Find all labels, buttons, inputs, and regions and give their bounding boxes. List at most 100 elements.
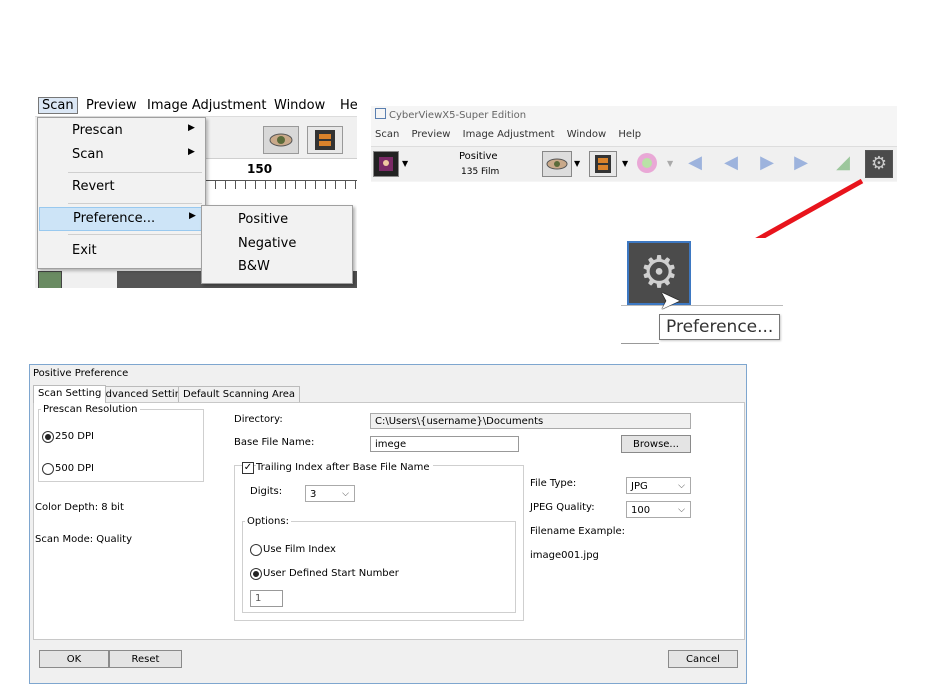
menu-item-revert[interactable]: Revert <box>38 176 205 198</box>
preference-zoom-callout: ⚙ ➤ Preference... <box>621 238 783 348</box>
radio-label: 500 DPI <box>55 463 94 474</box>
menu-window[interactable]: Window <box>274 98 325 113</box>
radio-use-film-index[interactable] <box>250 544 262 556</box>
film-strip-icon[interactable] <box>307 126 343 154</box>
radio-user-defined-start[interactable] <box>250 568 262 580</box>
film-label: 135 Film <box>461 167 500 177</box>
jpeg-quality-select[interactable]: 100 ⌵ <box>626 501 691 518</box>
select-value: 3 <box>310 489 317 500</box>
menu-image-adjustment[interactable]: Image Adjustment <box>147 98 266 113</box>
window-title-text: CyberViewX5-Super Edition <box>389 110 527 121</box>
eye-preview-icon[interactable] <box>263 126 299 154</box>
menu-item-prescan[interactable]: Prescan ▶ <box>38 120 205 142</box>
window-title: CyberViewX5-Super Edition <box>375 108 526 121</box>
film-strip-icon[interactable] <box>589 151 617 177</box>
menu-item-label: Prescan <box>72 123 123 138</box>
filename-example-label: Filename Example: <box>530 526 626 537</box>
trailing-index-checkbox[interactable]: ✓ <box>242 462 254 474</box>
color-depth-text: Color Depth: 8 bit <box>35 502 124 513</box>
color-wheel-icon[interactable] <box>635 151 659 175</box>
first-frame-icon[interactable]: ◀ <box>683 151 707 175</box>
menu-window[interactable]: Window <box>567 129 606 140</box>
menubar: Scan Preview Image Adjustment Window He <box>35 96 357 117</box>
group-label: Prescan Resolution <box>43 404 138 415</box>
trailing-index-label: Trailing Index after Base File Name <box>256 462 433 473</box>
directory-field[interactable]: C:\Users\{username}\Documents <box>370 413 691 429</box>
menu-item-label: Revert <box>72 179 115 194</box>
preference-submenu: Positive Negative B&W <box>201 205 353 284</box>
scanner-icon[interactable]: ◢ <box>831 151 855 175</box>
submenu-item-negative[interactable]: Negative <box>238 236 296 251</box>
dropdown-arrow-icon[interactable]: ▼ <box>667 159 673 168</box>
cancel-button[interactable]: Cancel <box>668 650 738 668</box>
menu-help[interactable]: Help <box>618 129 641 140</box>
scan-thumbnail-icon[interactable] <box>373 151 399 177</box>
tab-scan-setting[interactable]: Scan Setting <box>33 385 107 403</box>
menu-item-label: Preference... <box>73 211 156 226</box>
menu-scan[interactable]: Scan <box>38 97 78 114</box>
radio-label: Use Film Index <box>263 544 336 555</box>
radio-label: User Defined Start Number <box>263 568 399 579</box>
mode-label: Positive <box>459 151 498 162</box>
prev-frame-icon[interactable]: ◀ <box>719 151 743 175</box>
divider <box>621 343 659 344</box>
select-value: 100 <box>631 505 651 516</box>
directory-label: Directory: <box>234 414 283 425</box>
menu-help[interactable]: He <box>340 98 357 113</box>
menu-preview[interactable]: Preview <box>86 98 137 113</box>
base-file-name-field[interactable]: imege <box>370 436 519 452</box>
submenu-arrow-icon: ▶ <box>188 147 195 157</box>
next-frame-icon[interactable]: ▶ <box>755 151 779 175</box>
menu-separator <box>68 203 202 204</box>
scan-mode-text: Scan Mode: Quality <box>35 534 133 545</box>
menu-preview[interactable]: Preview <box>412 129 451 140</box>
positive-preference-dialog: Positive Preference Scan Setting Advance… <box>29 364 747 684</box>
preview-corner-icon <box>38 271 62 288</box>
dropdown-arrow-icon[interactable]: ▼ <box>622 159 628 168</box>
toolbar-screenshot: CyberViewX5-Super Edition Scan Preview I… <box>371 106 897 182</box>
tab-default-scanning-area[interactable]: Default Scanning Area <box>178 386 301 403</box>
toolbar-edge <box>621 305 783 306</box>
submenu-arrow-icon: ▶ <box>189 211 196 221</box>
scan-menu-screenshot: 150 Scan Preview Image Adjustment Window… <box>35 96 357 288</box>
chevron-down-icon: ⌵ <box>342 489 349 499</box>
menu-separator <box>68 172 202 173</box>
menu-item-scan[interactable]: Scan ▶ <box>38 144 205 166</box>
chevron-down-icon: ⌵ <box>678 505 685 515</box>
dropdown-arrow-icon[interactable]: ▼ <box>402 159 408 168</box>
menu-separator <box>68 234 202 235</box>
select-value: JPG <box>631 481 648 492</box>
eye-preview-icon[interactable] <box>542 151 572 177</box>
ruler-ticks <box>205 180 357 189</box>
ok-button[interactable]: OK <box>39 650 109 668</box>
menu-item-preference[interactable]: Preference... ▶ <box>39 207 204 231</box>
file-type-label: File Type: <box>530 478 577 489</box>
digits-label: Digits: <box>250 486 283 497</box>
app-menubar: Scan Preview Image Adjustment Window Hel… <box>375 129 650 140</box>
submenu-item-bw[interactable]: B&W <box>238 259 270 274</box>
menu-item-exit[interactable]: Exit <box>38 240 205 262</box>
radio-500-dpi[interactable] <box>42 463 54 475</box>
app-icon <box>375 108 386 119</box>
digits-select[interactable]: 3 ⌵ <box>305 485 355 502</box>
menu-image-adjustment[interactable]: Image Adjustment <box>463 129 555 140</box>
ruler: 150 <box>205 160 357 190</box>
group-label: Options: <box>247 516 289 527</box>
menu-item-label: Exit <box>72 243 97 258</box>
submenu-item-positive[interactable]: Positive <box>238 212 288 227</box>
preference-tooltip: Preference... <box>659 314 781 340</box>
dropdown-arrow-icon[interactable]: ▼ <box>574 159 580 168</box>
ruler-label: 150 <box>247 162 273 176</box>
file-type-select[interactable]: JPG ⌵ <box>626 477 691 494</box>
browse-button[interactable]: Browse... <box>621 435 691 453</box>
start-number-field[interactable]: 1 <box>250 590 283 607</box>
reset-button[interactable]: Reset <box>109 650 182 668</box>
last-frame-icon[interactable]: ▶ <box>789 151 813 175</box>
base-file-name-label: Base File Name: <box>234 437 315 448</box>
radio-label: 250 DPI <box>55 431 94 442</box>
radio-250-dpi[interactable] <box>42 431 54 443</box>
gear-icon[interactable]: ⚙ <box>865 150 893 178</box>
submenu-arrow-icon: ▶ <box>188 123 195 133</box>
menu-scan[interactable]: Scan <box>375 129 399 140</box>
cursor-icon: ➤ <box>659 286 681 316</box>
